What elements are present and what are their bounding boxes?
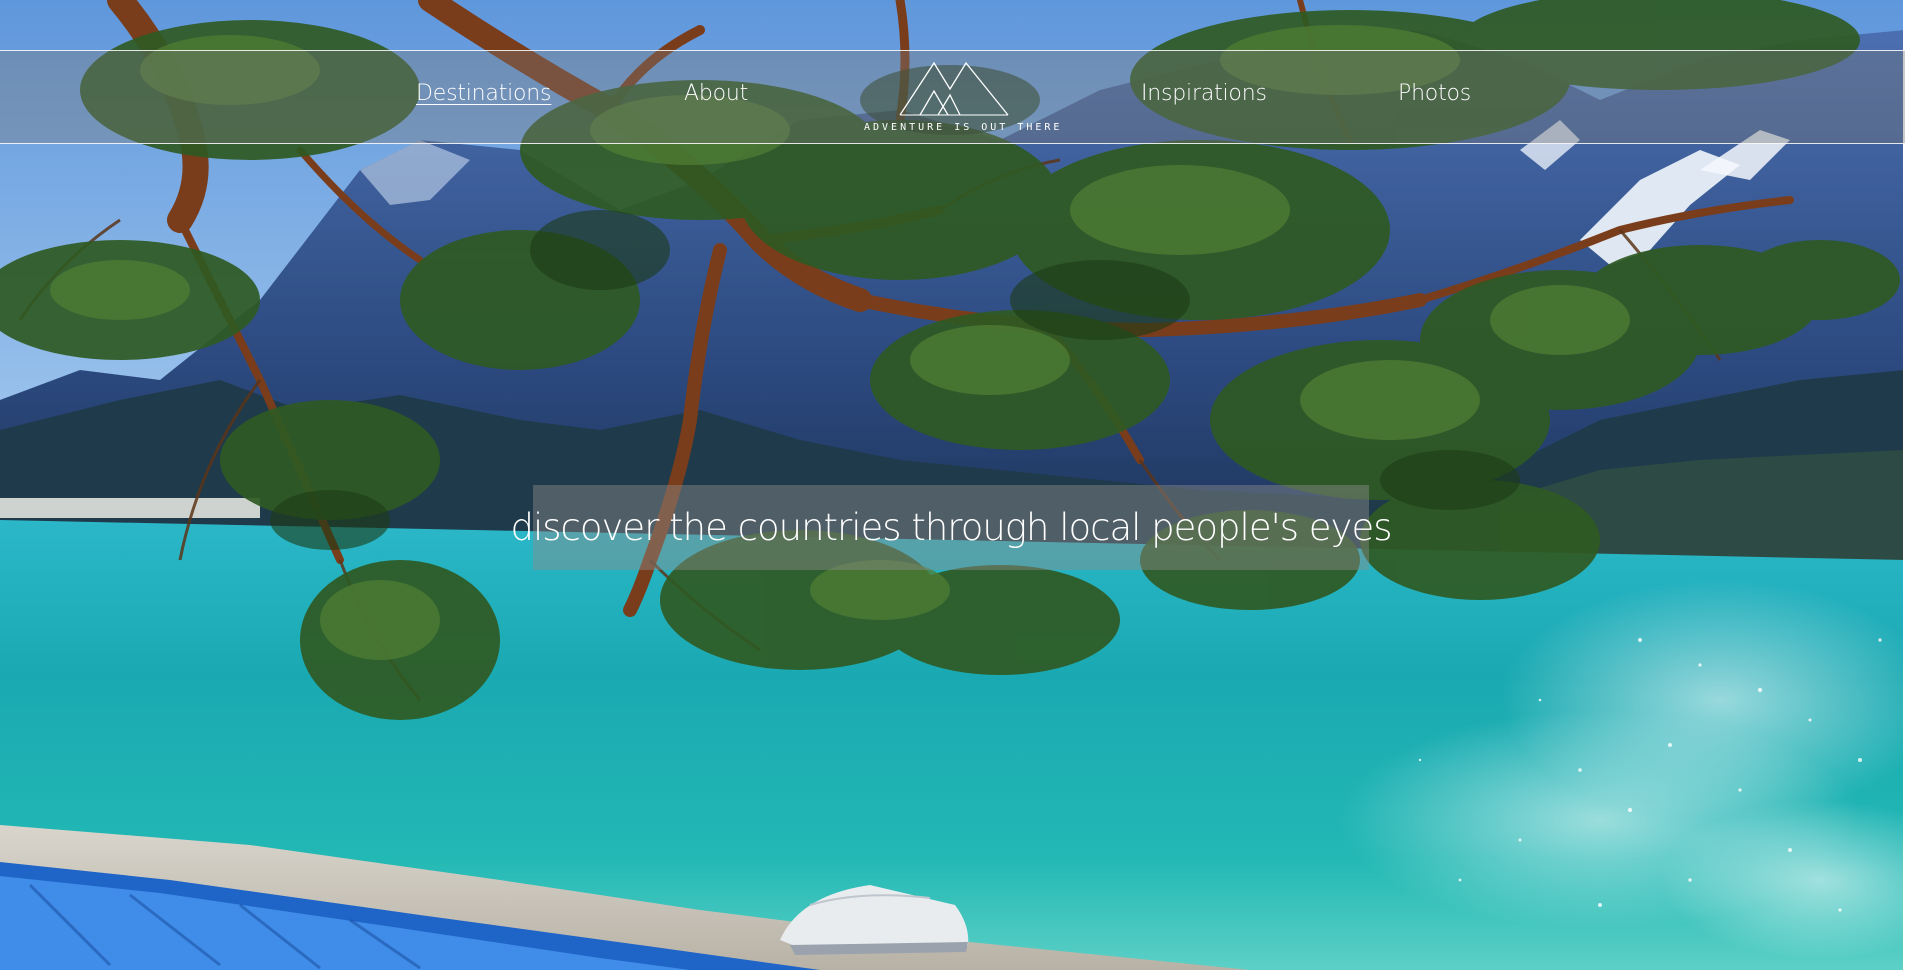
page: Destinations About ADVENTURE IS OUT THER… [0, 0, 1905, 970]
logo-text: ADVENTURE IS OUT THERE [864, 122, 1063, 133]
site-logo[interactable]: ADVENTURE IS OUT THERE [864, 57, 1063, 139]
nav-link-about[interactable]: About [684, 81, 748, 106]
hero-section: Destinations About ADVENTURE IS OUT THER… [0, 0, 1905, 970]
hero-tagline-box: discover the countries through local peo… [511, 485, 1392, 570]
hero-tagline: discover the countries through local peo… [510, 506, 1393, 549]
mountain-icon [899, 61, 1009, 116]
nav-link-photos[interactable]: Photos [1398, 81, 1471, 106]
nav-link-destinations[interactable]: Destinations [416, 81, 552, 106]
top-navigation-bar: Destinations About ADVENTURE IS OUT THER… [0, 50, 1905, 144]
nav-link-inspirations[interactable]: Inspirations [1141, 81, 1267, 106]
